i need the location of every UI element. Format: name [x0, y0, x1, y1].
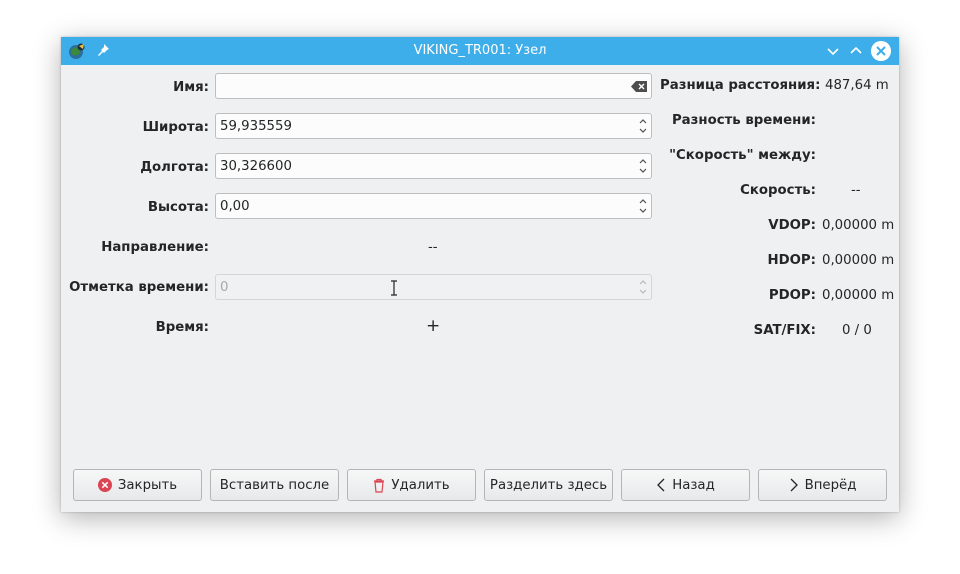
hdop-label: HDOP: — [767, 253, 816, 268]
latitude-value: 59,935559 — [220, 119, 292, 134]
chevron-down-icon[interactable] — [824, 42, 842, 60]
back-button[interactable]: Назад — [621, 469, 750, 501]
altitude-value: 0,00 — [220, 199, 250, 214]
window-title: VIKING_TR001: Узел — [413, 43, 547, 58]
distance-diff-label: Разница расстояния: — [660, 78, 821, 93]
timestamp-label: Отметка времени: — [69, 280, 209, 295]
speed-value: -- — [851, 183, 861, 198]
time-edit-button[interactable]: + — [426, 316, 440, 336]
altitude-label: Высота: — [147, 200, 209, 215]
vdop-value: 0,00000 m — [822, 218, 895, 233]
distance-diff-value: 487,64 m — [825, 78, 889, 93]
trackpoint-dialog: VIKING_TR001: Узел Имя: Широта: 59,93555… — [61, 37, 899, 512]
longitude-value: 30,326600 — [220, 159, 292, 174]
course-label: Направление: — [101, 240, 209, 255]
close-circle-icon — [97, 478, 112, 492]
pdop-value: 0,00000 m — [822, 288, 895, 303]
vdop-label: VDOP: — [768, 218, 816, 233]
close-icon[interactable] — [871, 41, 891, 61]
chevron-right-icon — [790, 478, 798, 492]
chevron-left-icon — [657, 478, 665, 492]
latitude-label: Широта: — [142, 120, 209, 135]
name-input[interactable] — [215, 73, 652, 99]
text-cursor-icon — [391, 280, 397, 296]
satfix-label: SAT/FIX: — [753, 323, 816, 338]
trash-icon — [374, 478, 385, 493]
name-label: Имя: — [173, 80, 209, 95]
title-bar[interactable]: VIKING_TR001: Узел — [61, 37, 899, 65]
split-here-button-label: Разделить здесь — [489, 477, 608, 493]
chevron-up-icon[interactable] — [847, 42, 865, 60]
time-diff-label: Разность времени: — [671, 113, 816, 128]
insert-after-button-label: Вставить после — [219, 477, 330, 493]
close-button[interactable]: Закрыть — [73, 469, 202, 501]
spin-arrows-icon[interactable] — [637, 196, 649, 216]
clear-text-icon[interactable] — [631, 81, 647, 92]
latitude-spinbox[interactable]: 59,935559 — [215, 113, 652, 139]
spin-arrows-icon[interactable] — [637, 156, 649, 176]
satfix-value: 0 / 0 — [842, 323, 872, 338]
time-label: Время: — [155, 320, 209, 335]
speed-label: Скорость: — [740, 183, 816, 198]
spin-arrows-icon — [639, 280, 647, 294]
insert-after-button[interactable]: Вставить после — [210, 469, 339, 501]
timestamp-spinbox: 0 — [215, 274, 652, 300]
split-here-button[interactable]: Разделить здесь — [484, 469, 613, 501]
spin-arrows-icon[interactable] — [637, 116, 649, 136]
forward-button[interactable]: Вперёд — [758, 469, 887, 501]
altitude-spinbox[interactable]: 0,00 — [215, 193, 652, 219]
timestamp-value: 0 — [220, 280, 229, 295]
forward-button-label: Вперёд — [804, 477, 857, 493]
hdop-value: 0,00000 m — [822, 253, 895, 268]
course-value: -- — [428, 240, 438, 255]
delete-button-label: Удалить — [391, 477, 450, 493]
longitude-label: Долгота: — [140, 160, 209, 175]
longitude-spinbox[interactable]: 30,326600 — [215, 153, 652, 179]
pdop-label: PDOP: — [768, 288, 816, 303]
back-button-label: Назад — [672, 477, 715, 493]
speed-between-label: "Скорость" между: — [669, 148, 816, 163]
delete-button[interactable]: Удалить — [347, 469, 476, 501]
close-button-label: Закрыть — [117, 477, 178, 493]
